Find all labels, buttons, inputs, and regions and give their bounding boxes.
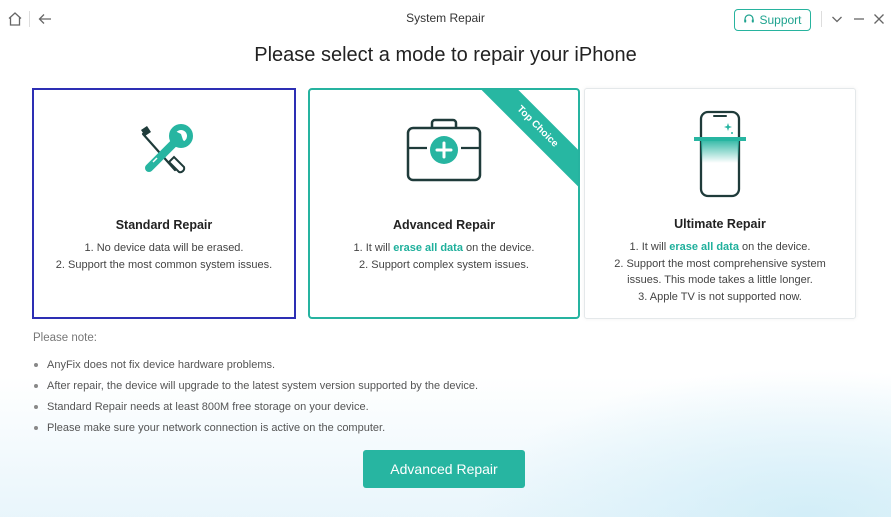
tools-icon bbox=[34, 112, 294, 182]
card-description: 1. No device data will be erased. 2. Sup… bbox=[34, 240, 294, 273]
notes-title: Please note: bbox=[33, 332, 97, 344]
phone-scan-icon bbox=[585, 109, 855, 199]
description-line: 2. Support the most comprehensive system bbox=[614, 257, 826, 270]
chevron-down-icon[interactable] bbox=[827, 9, 847, 29]
list-item: Standard Repair needs at least 800M free… bbox=[33, 400, 478, 421]
standard-repair-card[interactable]: Standard Repair 1. No device data will b… bbox=[32, 88, 296, 319]
description-line: 1. No device data will be erased. bbox=[84, 242, 244, 254]
title-bar: System Repair Support bbox=[0, 0, 891, 38]
headset-icon bbox=[743, 13, 755, 28]
description-line: 3. Apple TV is not supported now. bbox=[638, 290, 802, 303]
description-line: issues. This mode takes a little longer. bbox=[627, 274, 813, 286]
close-icon[interactable] bbox=[869, 9, 889, 29]
bullet-icon bbox=[34, 405, 38, 409]
card-title: Ultimate Repair bbox=[674, 217, 766, 231]
card-title: Advanced Repair bbox=[392, 218, 496, 232]
bullet-icon bbox=[34, 426, 38, 430]
notes-list: AnyFix does not fix device hardware prob… bbox=[33, 358, 478, 442]
bullet-icon bbox=[34, 363, 38, 367]
card-title: Standard Repair bbox=[115, 218, 213, 232]
advanced-repair-button[interactable]: Advanced Repair bbox=[363, 450, 525, 488]
bullet-icon bbox=[34, 384, 38, 388]
ultimate-repair-card[interactable]: Ultimate Repair 1. It will erase all dat… bbox=[584, 88, 856, 319]
list-item: Please make sure your network connection… bbox=[33, 421, 478, 442]
description-line: 2. Support complex system issues. bbox=[359, 258, 529, 271]
description-line: 1. It will erase all data on the device. bbox=[629, 241, 811, 253]
description-line: 1. It will erase all data on the device. bbox=[353, 242, 535, 254]
list-item: AnyFix does not fix device hardware prob… bbox=[33, 358, 478, 379]
card-description: 1. It will erase all data on the device.… bbox=[585, 239, 855, 305]
card-description: 1. It will erase all data on the device.… bbox=[310, 240, 578, 273]
erase-warning: erase all data bbox=[393, 242, 463, 254]
title-bar-divider bbox=[821, 11, 822, 27]
page-title: Please select a mode to repair your iPho… bbox=[254, 44, 637, 66]
support-button[interactable]: Support bbox=[734, 9, 811, 31]
advanced-repair-card[interactable]: Top Choice Advanced Repair 1. It will er… bbox=[308, 88, 580, 319]
list-item: After repair, the device will upgrade to… bbox=[33, 379, 478, 400]
erase-warning: erase all data bbox=[669, 241, 739, 253]
description-line: 2. Support the most common system issues… bbox=[55, 258, 273, 271]
minimize-icon[interactable] bbox=[849, 9, 869, 29]
medical-kit-icon bbox=[310, 118, 578, 184]
support-label: Support bbox=[759, 13, 802, 27]
